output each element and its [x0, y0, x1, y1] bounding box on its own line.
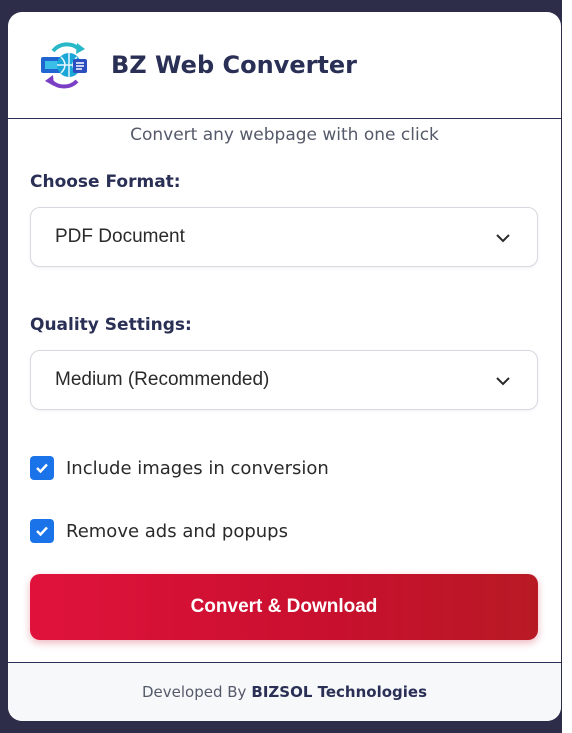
convert-download-button[interactable]: Convert & Download — [30, 574, 538, 640]
background-strip — [562, 0, 572, 733]
remove-ads-label: Remove ads and popups — [66, 520, 288, 542]
remove-ads-option[interactable]: Remove ads and popups — [30, 519, 288, 543]
footer-brand-link[interactable]: BIZSOL Technologies — [251, 683, 427, 701]
include-images-checkbox[interactable] — [30, 456, 54, 480]
footer: Developed By BIZSOL Technologies — [8, 662, 561, 721]
quality-label: Quality Settings: — [30, 315, 192, 335]
app-title: BZ Web Converter — [111, 51, 358, 79]
quality-select-value: Medium (Recommended) — [55, 369, 270, 390]
quality-select[interactable]: Medium (Recommended) — [30, 350, 538, 410]
subtitle: Convert any webpage with one click — [130, 125, 439, 145]
include-images-option[interactable]: Include images in conversion — [30, 456, 329, 480]
format-select-value: PDF Document — [55, 226, 185, 247]
footer-prefix: Developed By — [141, 683, 247, 701]
remove-ads-checkbox[interactable] — [30, 519, 54, 543]
checkmark-icon — [36, 526, 48, 537]
chevron-down-icon — [496, 234, 510, 243]
chevron-down-icon — [496, 377, 510, 386]
include-images-label: Include images in conversion — [66, 457, 329, 479]
format-select[interactable]: PDF Document — [30, 207, 538, 267]
checkmark-icon — [36, 463, 48, 474]
extension-popup: BZ Web Converter Convert any webpage wit… — [8, 12, 561, 721]
header: BZ Web Converter — [8, 12, 561, 119]
globe-convert-logo-icon — [41, 42, 87, 89]
format-label: Choose Format: — [30, 172, 181, 192]
